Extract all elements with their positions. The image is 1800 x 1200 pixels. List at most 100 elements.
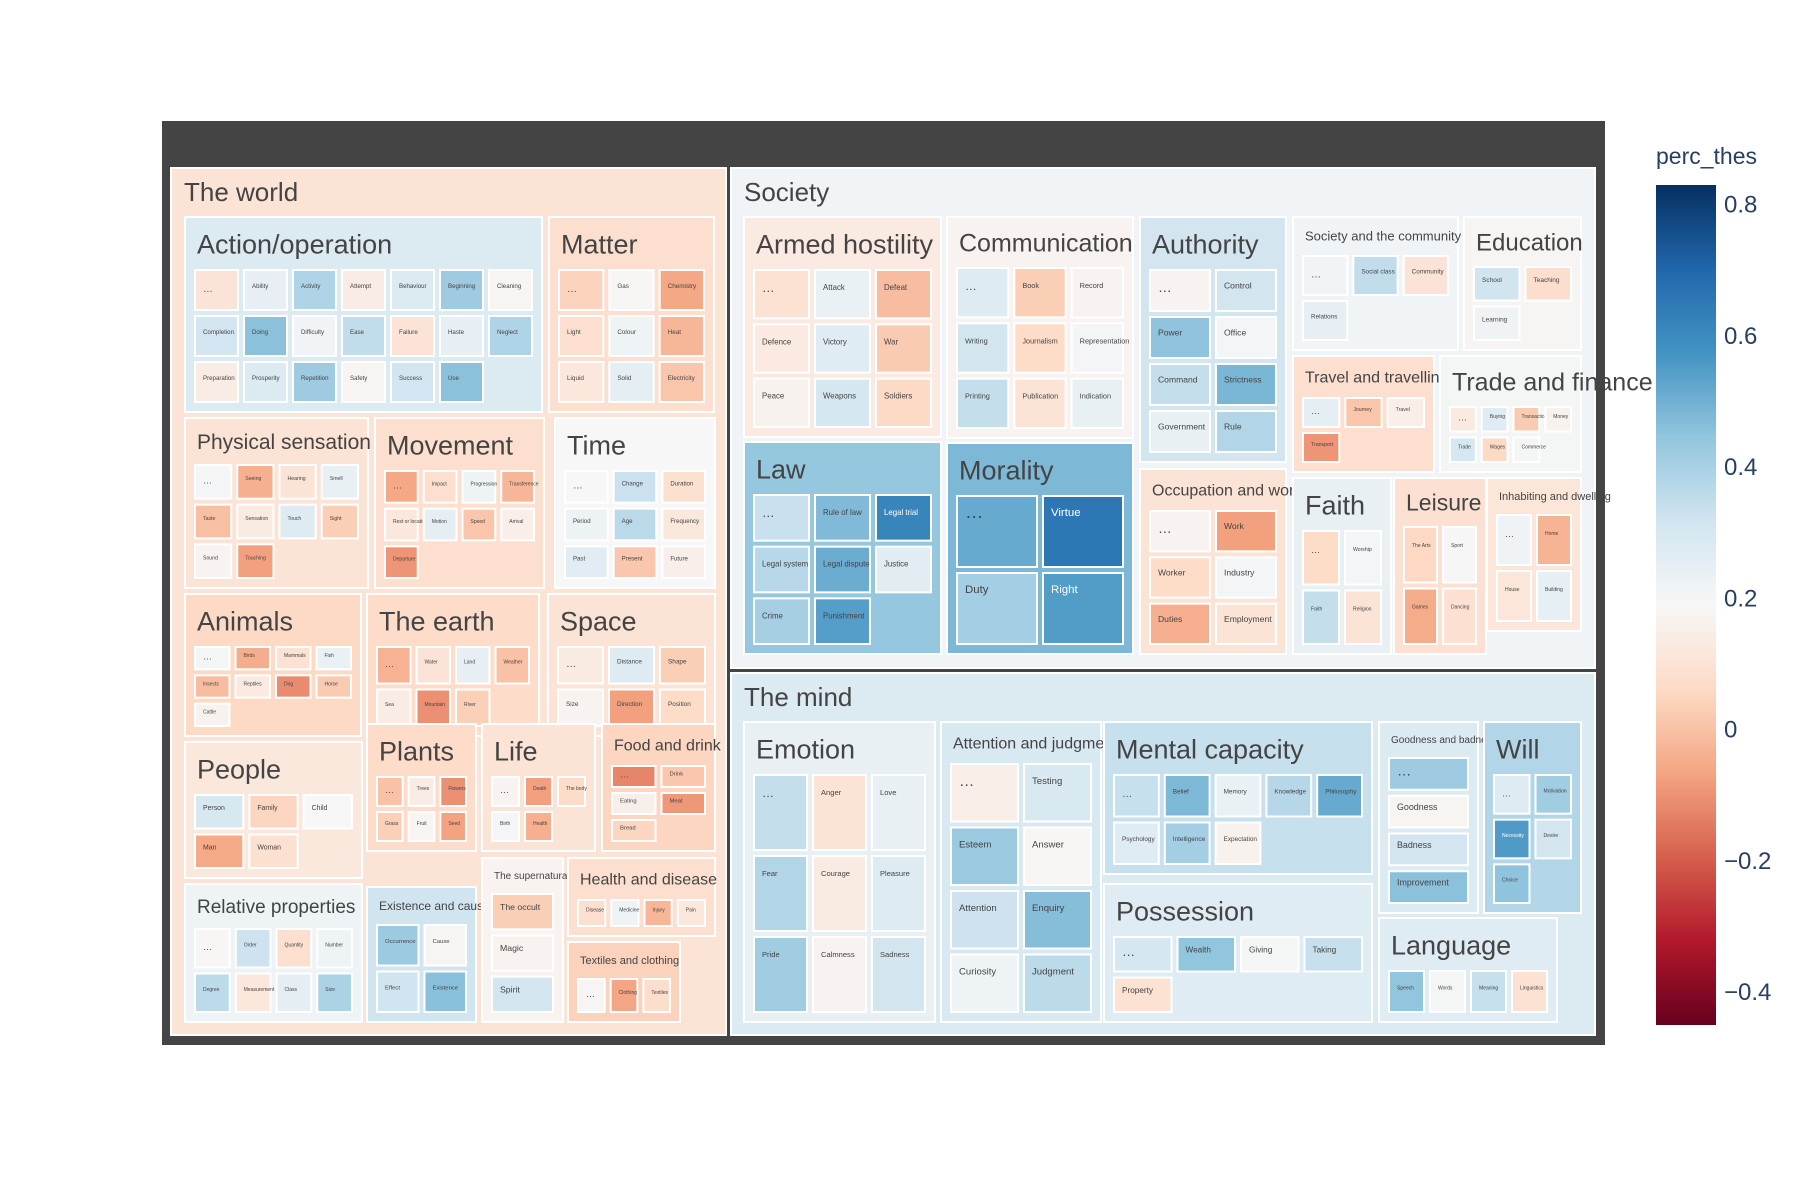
- treemap-leaf-meat[interactable]: Meat: [660, 792, 706, 815]
- treemap-leaf-arrival[interactable]: Arrival: [500, 507, 535, 542]
- treemap-leaf-box[interactable]: [194, 269, 239, 311]
- treemap-leaf-box[interactable]: [1470, 970, 1507, 1013]
- treemap-leaf-use[interactable]: Use: [439, 361, 484, 403]
- treemap-leaf-ability[interactable]: Ability: [243, 269, 288, 311]
- treemap-leaf-more[interactable]: …: [557, 646, 604, 685]
- treemap-leaf-box[interactable]: [1023, 826, 1092, 886]
- treemap-leaf-box[interactable]: [1215, 510, 1277, 553]
- treemap-leaf-box[interactable]: [753, 323, 810, 374]
- treemap-leaf-textiles[interactable]: Textiles: [642, 978, 671, 1013]
- treemap-tile-the-earth[interactable]: The earth … Water Land Weather Sea Mountain Riv…: [366, 593, 540, 737]
- treemap-leaf-woman[interactable]: Woman: [248, 833, 299, 869]
- treemap-leaf-more[interactable]: …: [950, 763, 1019, 823]
- treemap-leaf-box[interactable]: [423, 924, 467, 967]
- treemap-leaf-box[interactable]: [1302, 397, 1341, 428]
- treemap-leaf-neglect[interactable]: Neglect: [488, 315, 533, 357]
- treemap-leaf-box[interactable]: [1316, 774, 1363, 818]
- treemap-leaf-heat[interactable]: Heat: [658, 315, 706, 357]
- treemap-leaf-command[interactable]: Command: [1149, 363, 1211, 406]
- treemap-leaf-box[interactable]: [612, 507, 658, 542]
- treemap-leaf-touch[interactable]: Touch: [278, 503, 317, 540]
- treemap-tile-morality[interactable]: Morality … Virtue Duty Right: [946, 442, 1134, 655]
- treemap-leaf-box[interactable]: [1403, 587, 1438, 645]
- treemap-tile-armed-hostility[interactable]: Armed hostility … Attack Defeat Defence Victo…: [743, 216, 942, 438]
- treemap-leaf-duty[interactable]: Duty: [956, 572, 1038, 645]
- treemap-leaf-pride[interactable]: Pride: [753, 936, 808, 1013]
- treemap-leaf-more[interactable]: …: [1493, 774, 1531, 815]
- treemap-leaf-fruit[interactable]: Fruit: [407, 811, 436, 842]
- treemap-leaf-legal-system[interactable]: Legal system: [753, 545, 810, 594]
- treemap-leaf-pleasure[interactable]: Pleasure: [871, 855, 926, 932]
- treemap-tile-possession[interactable]: Possession … Wealth Giving Taking Property: [1103, 883, 1373, 1023]
- treemap-leaf-community[interactable]: Community: [1402, 255, 1449, 296]
- treemap-tile-language[interactable]: Language Speech Words Meaning Linguistics: [1378, 917, 1558, 1023]
- treemap-leaf-representation[interactable]: Representation: [1070, 322, 1130, 374]
- treemap-leaf-control[interactable]: Control: [1215, 269, 1277, 312]
- treemap-leaf-box[interactable]: [558, 315, 605, 357]
- treemap-leaf-box[interactable]: [1215, 602, 1277, 646]
- treemap-leaf-box[interactable]: [871, 936, 926, 1013]
- treemap-tile-will[interactable]: Will … Motivation Necessity Desire Choice: [1483, 721, 1582, 914]
- treemap-leaf-mountain[interactable]: Mountain: [415, 688, 451, 727]
- treemap-leaf-motion[interactable]: Motion: [422, 507, 458, 542]
- treemap-leaf-government[interactable]: Government: [1149, 410, 1211, 453]
- treemap-leaf-box[interactable]: [194, 646, 231, 671]
- treemap-leaf-box[interactable]: [871, 774, 926, 851]
- treemap-leaf-box[interactable]: [390, 361, 435, 403]
- treemap-tile-health-and-disease[interactable]: Health and disease Disease Medicine Injury P…: [567, 857, 717, 937]
- treemap-leaf-more[interactable]: …: [558, 269, 605, 311]
- treemap-leaf-box[interactable]: [1023, 890, 1092, 950]
- treemap-leaf-memory[interactable]: Memory: [1214, 774, 1262, 818]
- treemap-leaf-defence[interactable]: Defence: [753, 323, 810, 374]
- treemap-leaf-improvement[interactable]: Improvement: [1388, 870, 1469, 904]
- treemap-leaf-birds[interactable]: Birds: [234, 646, 271, 671]
- treemap-leaf-curiosity[interactable]: Curiosity: [950, 953, 1019, 1013]
- treemap-leaf-box[interactable]: [390, 269, 435, 311]
- treemap-leaf-box[interactable]: [1496, 514, 1532, 566]
- treemap-leaf-behaviour[interactable]: Behaviour: [390, 269, 435, 311]
- treemap-leaf-box[interactable]: [423, 970, 467, 1013]
- treemap-leaf-box[interactable]: [1023, 953, 1092, 1013]
- treemap-tile-mental-capacity[interactable]: Mental capacity … Belief Memory Knowledge Phi…: [1103, 721, 1373, 875]
- treemap-tile-matter[interactable]: Matter … Gas Chemistry Light Colour Heat Liquid…: [548, 216, 715, 413]
- treemap-leaf-position[interactable]: Position: [659, 688, 706, 727]
- treemap-tile-the-supernatural[interactable]: The supernatural The occult Magic Spirit: [481, 857, 570, 1023]
- treemap-leaf-departure[interactable]: Departure: [384, 545, 419, 579]
- treemap-leaf-mammals[interactable]: Mammals: [275, 646, 312, 671]
- treemap-leaf-box[interactable]: [439, 361, 484, 403]
- treemap-leaf-chemistry[interactable]: Chemistry: [658, 269, 706, 311]
- treemap-leaf-box[interactable]: [194, 928, 231, 969]
- treemap-leaf-desire[interactable]: Desire: [1534, 818, 1572, 860]
- treemap-leaf-box[interactable]: [1214, 821, 1262, 865]
- treemap-leaf-health[interactable]: Health: [524, 811, 553, 842]
- treemap-leaf-goodness[interactable]: Goodness: [1388, 794, 1469, 829]
- treemap-leaf-more[interactable]: …: [753, 269, 810, 320]
- treemap-leaf-box[interactable]: [658, 269, 706, 311]
- treemap-leaf-more[interactable]: …: [384, 470, 419, 504]
- treemap-leaf-repetition[interactable]: Repetition: [292, 361, 337, 403]
- treemap-leaf-answer[interactable]: Answer: [1023, 826, 1092, 886]
- treemap-leaf-victory[interactable]: Victory: [814, 323, 871, 374]
- treemap-leaf-box[interactable]: [564, 545, 609, 579]
- treemap-leaf-the-occult[interactable]: The occult: [491, 893, 554, 931]
- treemap-tile-education[interactable]: Education School Teaching Learning: [1463, 216, 1583, 351]
- treemap-leaf-the-arts[interactable]: The Arts: [1403, 526, 1438, 584]
- treemap-leaf-box[interactable]: [1149, 602, 1211, 646]
- treemap-leaf-anger[interactable]: Anger: [812, 774, 867, 851]
- treemap-leaf-box[interactable]: [243, 315, 288, 357]
- treemap-leaf-industry[interactable]: Industry: [1215, 556, 1277, 599]
- treemap-leaf-box[interactable]: [194, 361, 239, 403]
- treemap-leaf-more[interactable]: …: [1302, 397, 1341, 428]
- treemap-leaf-box[interactable]: [814, 269, 871, 320]
- treemap-leaf-box[interactable]: [1215, 556, 1277, 599]
- treemap-leaf-punishment[interactable]: Punishment: [814, 597, 871, 645]
- treemap-leaf-progression[interactable]: Progression: [461, 470, 498, 504]
- treemap-tile-action-operation[interactable]: Action/operation … Ability Activity Attempt B…: [184, 216, 543, 413]
- treemap-leaf-effect[interactable]: Effect: [376, 970, 420, 1013]
- treemap-leaf-size[interactable]: Size: [557, 688, 604, 727]
- treemap-leaf-box[interactable]: [658, 315, 706, 357]
- treemap-leaf-horse[interactable]: Horse: [315, 674, 352, 699]
- treemap-leaf-insects[interactable]: Insects: [194, 674, 231, 699]
- treemap-leaf-sight[interactable]: Sight: [320, 503, 359, 540]
- treemap-leaf-box[interactable]: [439, 269, 484, 311]
